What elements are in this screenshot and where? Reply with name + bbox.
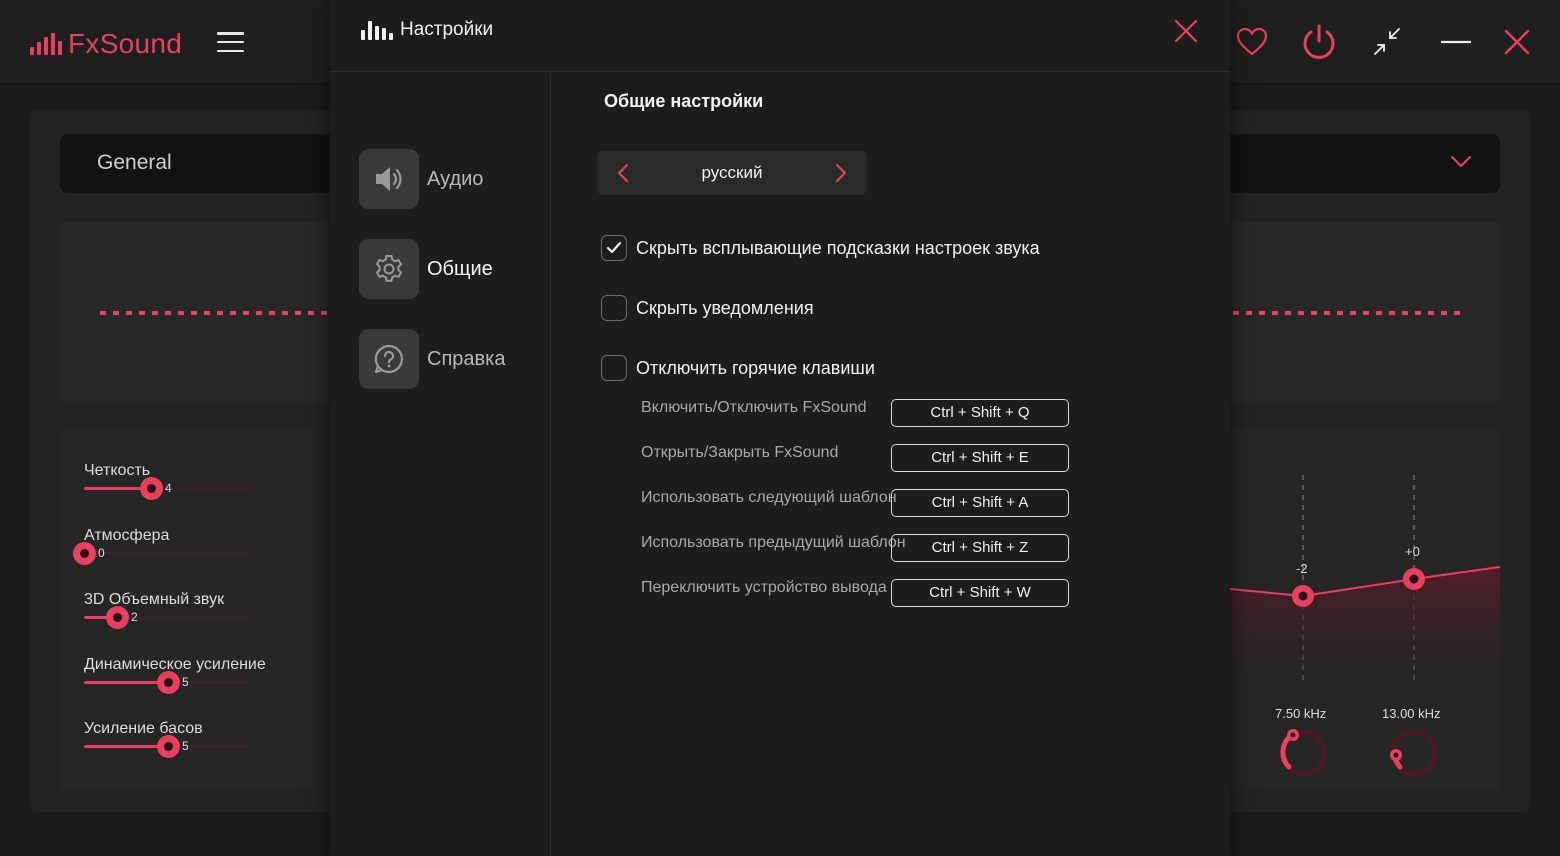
- nav-item-audio[interactable]: Аудио: [359, 149, 483, 209]
- eq-knob[interactable]: [1390, 729, 1438, 777]
- option-label: Отключить горячие клавиши: [636, 357, 875, 378]
- help-icon: [359, 329, 419, 389]
- slider-value: 5: [182, 739, 189, 753]
- gear-icon: [359, 239, 419, 299]
- effect-label: Усиление басов: [84, 720, 203, 737]
- language-selector: русский: [597, 151, 867, 195]
- speaker-icon: [359, 149, 419, 209]
- minimize-window-icon[interactable]: [1367, 22, 1407, 62]
- eq-node[interactable]: [1403, 568, 1425, 590]
- power-icon[interactable]: [1299, 22, 1339, 62]
- effect-label: Динамическое усиление: [84, 656, 266, 673]
- preset-label: General: [97, 151, 172, 174]
- effect-label: Четкость: [84, 462, 151, 479]
- effect-slider[interactable]: 5: [84, 671, 251, 694]
- logo-bars-icon: [30, 33, 62, 55]
- close-icon[interactable]: [1497, 22, 1537, 62]
- checkbox-disable-hotkeys[interactable]: [601, 355, 627, 381]
- hotkey-label: Использовать следующий шаблон: [641, 489, 897, 506]
- slider-knob[interactable]: [157, 735, 180, 758]
- app-name: FxSound: [68, 28, 183, 59]
- nav-label-help: Справка: [427, 347, 506, 370]
- hotkey-row: Переключить устройство вывода Ctrl + Shi…: [641, 579, 1071, 607]
- checkbox-hide-notifications[interactable]: [601, 295, 627, 321]
- chevron-down-icon[interactable]: [1450, 154, 1472, 173]
- checkmark-icon: [606, 241, 622, 254]
- option-hide-notifications[interactable]: Скрыть уведомления: [601, 295, 814, 321]
- hotkey-row: Включить/Отключить FxSound Ctrl + Shift …: [641, 399, 1071, 427]
- minimize-icon[interactable]: [1436, 22, 1476, 62]
- eq-knob[interactable]: [1279, 729, 1327, 777]
- slider-knob[interactable]: [73, 542, 96, 565]
- nav-item-help[interactable]: Справка: [359, 329, 505, 389]
- hotkey-label: Открыть/Закрыть FxSound: [641, 444, 839, 461]
- slider-value: 0: [98, 546, 105, 560]
- heart-icon[interactable]: [1232, 22, 1272, 62]
- visualizer-bars-left: [100, 311, 330, 315]
- language-value: русский: [701, 163, 763, 182]
- settings-header: Настройки: [330, 0, 1230, 72]
- slider-value: 5: [182, 675, 189, 689]
- settings-title: Настройки: [400, 19, 494, 40]
- hotkey-row: Использовать следующий шаблон Ctrl + Shi…: [641, 489, 1071, 517]
- eq-node[interactable]: [1292, 585, 1314, 607]
- effect-slider[interactable]: 4: [84, 477, 251, 500]
- effect-slider-row: Четкость 4: [84, 462, 294, 500]
- settings-bars-icon: [361, 21, 393, 40]
- settings-divider: [550, 73, 551, 856]
- hotkey-field[interactable]: Ctrl + Shift + Q: [891, 399, 1069, 427]
- option-label: Скрыть всплывающие подсказки настроек зв…: [636, 237, 1040, 258]
- option-hide-tooltips[interactable]: Скрыть всплывающие подсказки настроек зв…: [601, 235, 1040, 261]
- effect-slider-row: Усиление басов 5: [84, 720, 294, 758]
- effect-slider-row: Динамическое усиление 5: [84, 656, 294, 694]
- hotkey-field[interactable]: Ctrl + Shift + W: [891, 579, 1069, 607]
- visualizer-bars-right: [1233, 311, 1461, 315]
- effect-slider-row: 3D Объемный звук 2: [84, 591, 294, 629]
- eq-gain-label: +0: [1405, 544, 1420, 559]
- section-title: Общие настройки: [604, 91, 764, 111]
- nav-item-general[interactable]: Общие: [359, 239, 493, 299]
- menu-icon[interactable]: [217, 32, 244, 52]
- effect-slider[interactable]: 5: [84, 735, 251, 758]
- effect-label: Атмосфера: [84, 527, 170, 544]
- eq-gain-label: -2: [1296, 561, 1308, 576]
- slider-fill: [84, 681, 168, 684]
- slider-value: 4: [165, 481, 172, 495]
- hotkey-field[interactable]: Ctrl + Shift + Z: [891, 534, 1069, 562]
- eq-knobs: [1279, 729, 1438, 777]
- settings-dialog: Настройки Аудио Общие Справка Общие наст…: [330, 0, 1230, 856]
- slider-fill: [84, 745, 168, 748]
- app-logo: FxSound: [30, 28, 182, 60]
- hotkey-label: Включить/Отключить FxSound: [641, 399, 867, 416]
- hotkey-field[interactable]: Ctrl + Shift + E: [891, 444, 1069, 472]
- option-disable-hotkeys[interactable]: Отключить горячие клавиши: [601, 355, 875, 381]
- chevron-right-icon[interactable]: [830, 162, 852, 184]
- effect-slider[interactable]: 0: [73, 542, 251, 565]
- option-label: Скрыть уведомления: [636, 297, 814, 318]
- hotkey-row: Открыть/Закрыть FxSound Ctrl + Shift + E: [641, 444, 1071, 472]
- checkbox-hide-tooltips[interactable]: [601, 235, 627, 261]
- hotkey-label: Использовать предыдущий шаблон: [641, 534, 906, 551]
- slider-value: 2: [131, 610, 138, 624]
- effect-slider-row: Атмосфера 0: [73, 527, 294, 565]
- hotkey-row: Использовать предыдущий шаблон Ctrl + Sh…: [641, 534, 1071, 562]
- slider-knob[interactable]: [106, 606, 129, 629]
- effect-slider[interactable]: 2: [84, 606, 251, 629]
- close-settings-icon[interactable]: [1172, 17, 1200, 45]
- hotkey-field[interactable]: Ctrl + Shift + A: [891, 489, 1069, 517]
- equalizer-panel: -2 +0 7.50 kHz 13.00 kHz: [1230, 427, 1500, 790]
- nav-label-audio: Аудио: [427, 167, 484, 190]
- slider-knob[interactable]: [140, 477, 163, 500]
- hotkey-label: Переключить устройство вывода: [641, 579, 887, 596]
- slider-knob[interactable]: [157, 671, 180, 694]
- nav-label-general: Общие: [427, 257, 493, 280]
